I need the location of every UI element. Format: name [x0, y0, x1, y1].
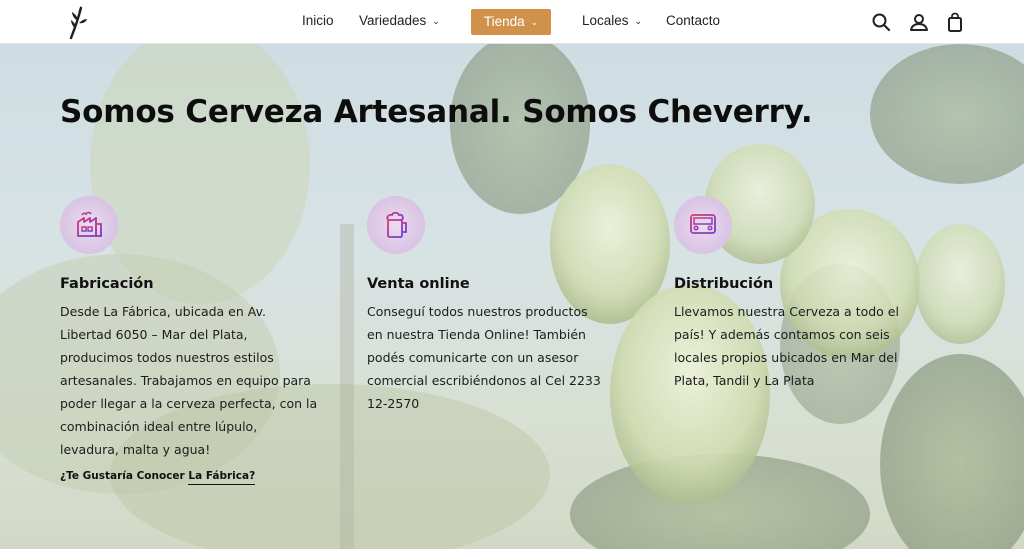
nav-item-label: Tienda	[483, 14, 525, 29]
search-icon[interactable]	[870, 11, 892, 33]
chevron-down-icon: ⌄	[634, 16, 643, 26]
cta-prefix: ¿Te Gustaría Conocer	[60, 470, 185, 482]
feature-distribucion: Distribución Llevamos nuestra Cerveza a …	[674, 196, 944, 392]
feature-icon-circle	[674, 196, 732, 254]
user-icon[interactable]	[908, 11, 930, 33]
nav-item-locales[interactable]: Locales ⌄	[582, 0, 642, 44]
nav-item-label: Inicio	[302, 13, 334, 28]
feature-icon-circle	[367, 196, 425, 254]
feature-title: Fabricación	[60, 276, 154, 292]
nav-item-label: Locales	[582, 13, 629, 28]
hero-section: Somos Cerveza Artesanal. Somos Cheverry.…	[0, 44, 1024, 549]
feature-title: Venta online	[367, 276, 470, 292]
wheat-logo-icon[interactable]	[66, 4, 90, 40]
hero-headline: Somos Cerveza Artesanal. Somos Cheverry.	[60, 94, 813, 130]
nav-item-contacto[interactable]: Contacto	[666, 0, 720, 44]
site-header: Inicio Variedades ⌄ Tienda ⌄ Locales ⌄ Cont…	[0, 0, 1024, 44]
feature-text: Desde La Fábrica, ubicada en Av. Liberta…	[60, 304, 318, 457]
chevron-down-icon: ⌄	[530, 17, 539, 27]
feature-title: Distribución	[674, 276, 774, 292]
la-fabrica-link[interactable]: La Fábrica?	[188, 470, 256, 485]
nav-item-label: Contacto	[666, 13, 721, 28]
factory-icon	[77, 211, 102, 237]
cta-la-fabrica: ¿Te Gustaría Conocer La Fábrica?	[60, 470, 256, 485]
nav-item-variedades[interactable]: Variedades ⌄	[359, 0, 440, 44]
beer-mug-icon	[386, 211, 407, 238]
feature-venta-online: Venta online Conseguí todos nuestros pro…	[367, 196, 637, 415]
nav-item-label: Variedades	[359, 13, 427, 28]
feature-text: Conseguí todos nuestros productos en nue…	[367, 304, 601, 411]
feature-icon-circle	[60, 196, 118, 254]
shopping-bag-icon[interactable]	[944, 11, 966, 33]
nav-item-inicio[interactable]: Inicio	[302, 0, 334, 44]
nav-item-tienda[interactable]: Tienda ⌄	[471, 9, 551, 35]
feature-fabricacion: Fabricación Desde La Fábrica, ubicada en…	[60, 196, 330, 461]
chevron-down-icon: ⌄	[432, 16, 440, 26]
feature-text: Llevamos nuestra Cerveza a todo el país!…	[674, 304, 899, 388]
truck-icon	[690, 214, 716, 236]
